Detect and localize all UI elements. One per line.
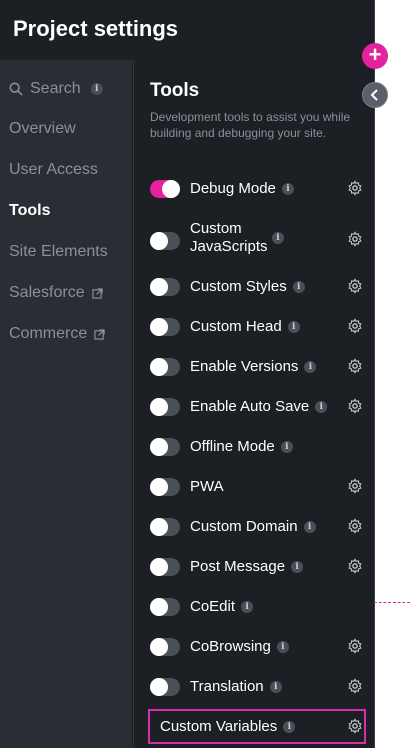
info-icon[interactable]: i [281,182,294,195]
tool-label: Debug Mode i [190,180,294,197]
chevron-left-icon [370,89,378,101]
tool-row-pwa: PWA [148,470,363,502]
external-link-icon [91,287,103,299]
tool-label: Post Message i [190,558,304,575]
info-icon[interactable]: i [292,280,305,293]
tool-row-cobrowsing: CoBrowsing i [148,630,363,662]
tool-row-coedit: CoEdit i [148,590,363,622]
gear-icon[interactable] [347,180,363,196]
sidebar-item-salesforce[interactable]: Salesforce [9,284,103,302]
tool-row-translation: Translation i [148,670,363,702]
section-description: Development tools to assist you while bu… [150,110,351,140]
sidebar-item-overview[interactable]: Overview [9,120,76,138]
gear-icon[interactable] [347,278,363,294]
tool-label: Translation i [190,678,282,695]
info-icon[interactable]: i [276,640,289,653]
settings-panel: Project settings Search i Overview User … [0,0,375,748]
tool-row-custom-styles: Custom Styles i [148,270,363,302]
tools-section: Tools Development tools to assist you wh… [133,60,375,748]
page-title: Project settings [13,16,179,41]
info-icon[interactable]: i [315,400,328,413]
sidebar: Search i Overview User Access Tools Site… [0,60,132,748]
gear-icon[interactable] [347,678,363,694]
debug-mode-toggle[interactable] [150,180,180,198]
sidebar-item-label: Tools [9,202,51,219]
custom-variables-highlight [148,709,366,744]
panel-edge [374,0,375,748]
dashed-guide [374,602,410,603]
info-icon[interactable]: i [90,83,103,95]
info-icon[interactable]: i [269,680,282,693]
post-message-toggle[interactable] [150,558,180,576]
tool-label: Enable Auto Save i [190,398,328,415]
translation-toggle[interactable] [150,678,180,696]
header: Project settings [0,0,374,60]
tool-label: CoEdit i [190,598,254,615]
custom-styles-toggle[interactable] [150,278,180,296]
tool-row-custom-javascripts: Custom JavaScripts i [148,220,363,260]
collapse-button[interactable] [362,82,388,108]
tool-row-enable-auto-save: Enable Auto Save i [148,390,363,422]
sidebar-item-label: Site Elements [9,243,108,260]
tool-row-custom-domain: Custom Domain i [148,510,363,542]
sidebar-item-label: Salesforce [9,284,85,301]
tool-row-post-message: Post Message i [148,550,363,582]
tool-label: CoBrowsing i [190,638,289,655]
tool-row-debug-mode: Debug Mode i [148,172,363,204]
gear-icon[interactable] [347,398,363,414]
add-button[interactable]: + [362,43,388,69]
custom-head-toggle[interactable] [150,318,180,336]
section-title: Tools [150,80,200,101]
sidebar-item-search[interactable]: Search i [9,80,103,98]
tool-label: Offline Mode i [190,438,293,455]
gear-icon[interactable] [347,318,363,334]
enable-auto-save-toggle[interactable] [150,398,180,416]
custom-javascripts-toggle[interactable] [150,232,180,250]
sidebar-item-label: Search [30,80,81,97]
sidebar-item-label: Overview [9,120,76,137]
info-icon[interactable]: i [304,360,317,373]
gear-icon[interactable] [347,558,363,574]
gear-icon[interactable] [347,358,363,374]
tool-label: Custom Domain i [190,518,316,535]
gear-icon[interactable] [347,518,363,534]
tool-row-custom-head: Custom Head i [148,310,363,342]
tool-label: Enable Versions i [190,358,317,375]
sidebar-item-tools[interactable]: Tools [9,202,50,220]
enable-versions-toggle[interactable] [150,358,180,376]
gear-icon[interactable] [347,638,363,654]
info-icon[interactable]: i [287,320,300,333]
info-icon[interactable]: i [291,560,304,573]
tool-row-offline-mode: Offline Mode i [148,430,363,462]
cobrowsing-toggle[interactable] [150,638,180,656]
gear-icon[interactable] [347,478,363,494]
sidebar-item-commerce[interactable]: Commerce [9,325,105,343]
tool-label: Custom Styles i [190,278,305,295]
info-icon[interactable]: i [280,440,293,453]
info-icon[interactable]: i [241,600,254,613]
sidebar-item-label: Commerce [9,325,88,342]
gear-icon[interactable] [347,231,363,247]
tool-label: PWA [190,478,224,495]
sidebar-item-user-access[interactable]: User Access [9,161,98,179]
custom-domain-toggle[interactable] [150,518,180,536]
coedit-toggle[interactable] [150,598,180,616]
sidebar-item-site-elements[interactable]: Site Elements [9,243,108,261]
pwa-toggle[interactable] [150,478,180,496]
external-link-icon [94,328,105,340]
sidebar-item-label: User Access [9,161,98,178]
info-icon[interactable]: i [272,232,284,244]
offline-mode-toggle[interactable] [150,438,180,456]
search-icon [9,82,23,96]
tool-label: Custom Head i [190,318,300,335]
info-icon[interactable]: i [303,520,316,533]
tool-row-enable-versions: Enable Versions i [148,350,363,382]
